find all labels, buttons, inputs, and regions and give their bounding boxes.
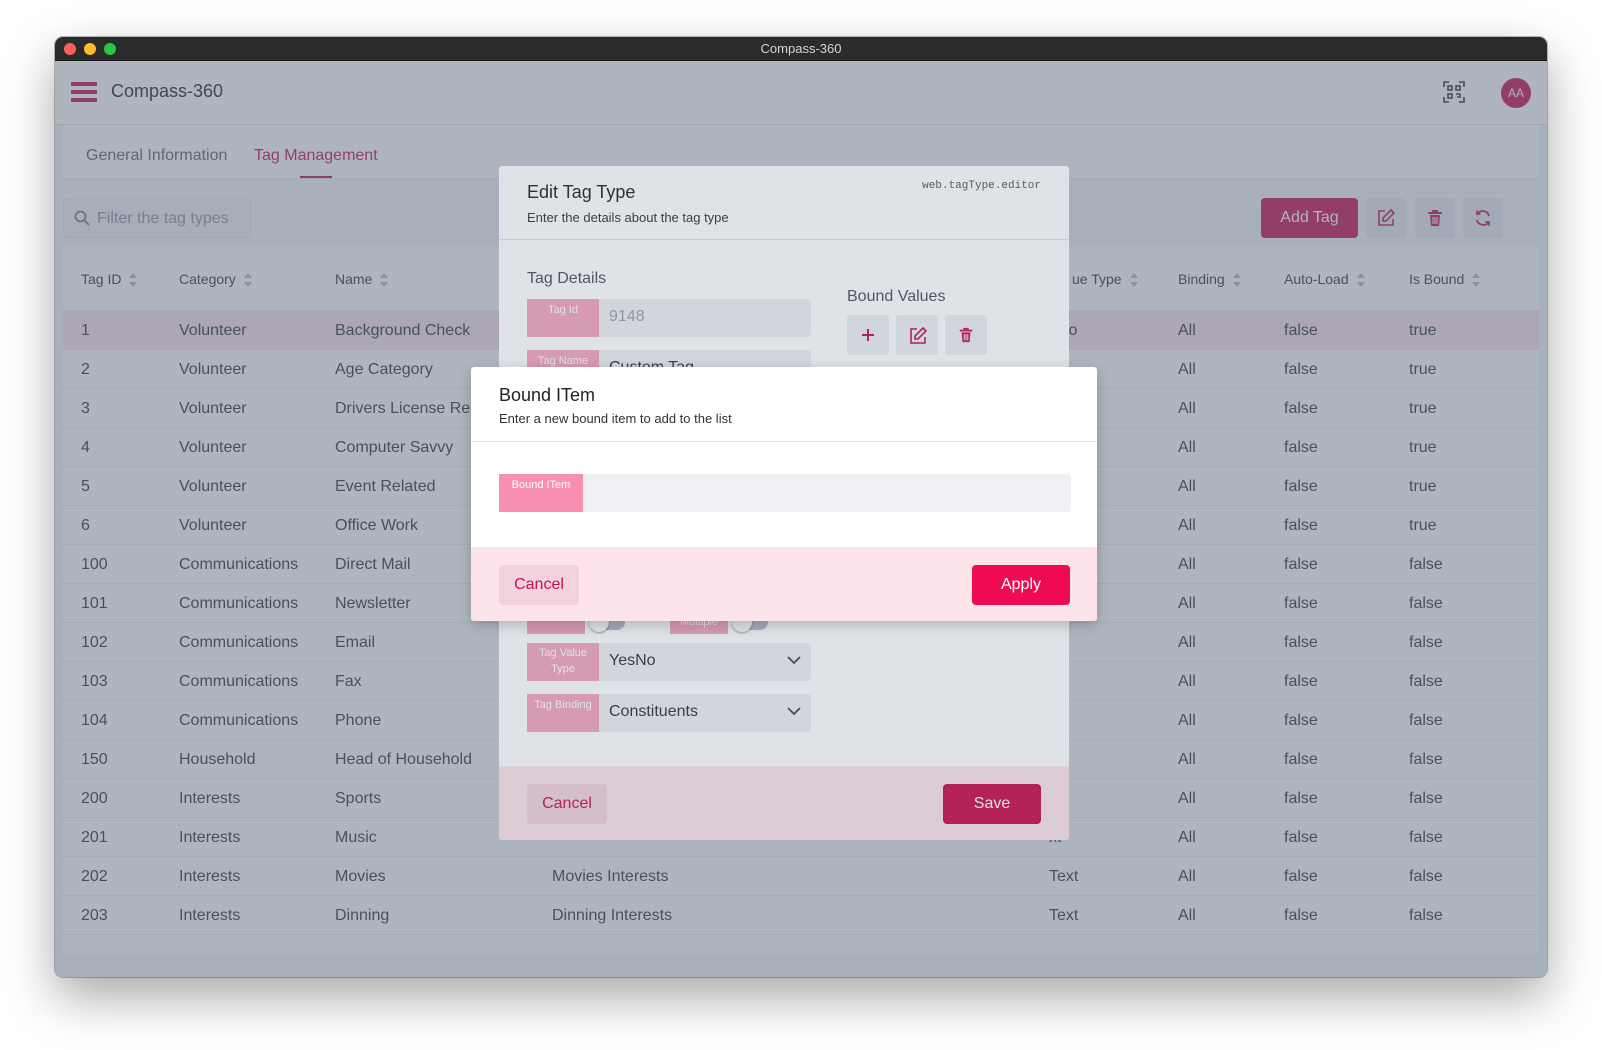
dialog-subtitle: Enter a new bound item to add to the lis… (499, 411, 732, 426)
bound-item-input[interactable]: Bound ITem (499, 474, 1071, 512)
app-content: Compass-360 AA General Information Tag M… (55, 61, 1547, 977)
dialog-title: Bound ITem (499, 385, 596, 405)
window-title: Compass-360 (760, 41, 842, 56)
app-window: Compass-360 Compass-360 AA General Infor… (55, 37, 1547, 977)
dialog-footer: Cancel Apply (471, 547, 1097, 621)
window-titlebar: Compass-360 (55, 37, 1547, 61)
divider (471, 441, 1097, 442)
bound-item-label: Bound ITem (499, 474, 583, 512)
bound-item-dialog: Bound ITem Enter a new bound item to add… (471, 367, 1097, 621)
apply-button[interactable]: Apply (972, 565, 1070, 605)
cancel-button[interactable]: Cancel (499, 565, 579, 605)
